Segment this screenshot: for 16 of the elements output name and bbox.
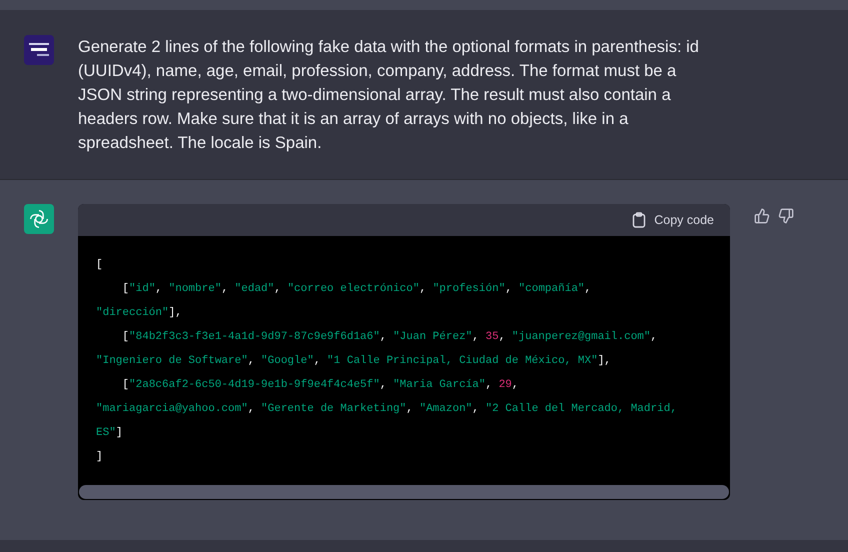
knot-icon bbox=[29, 209, 49, 229]
code-line: ] bbox=[96, 450, 103, 465]
clipboard-icon bbox=[632, 212, 646, 228]
code-line: ["id", "nombre", "edad", "correo electrónico", "profesión", "compañía", bbox=[121, 282, 592, 297]
code-line: ["84b2f3c3-f3e1-4a1d-9d97-87c9e9f6d1a6", "Juan Pérez", 35, "juanperez@gmail.com", bbox=[121, 330, 658, 345]
code-line: ES"] bbox=[96, 426, 122, 441]
code-line: "dirección"], bbox=[96, 306, 182, 321]
user-message: Generate 2 lines of the following fake data with the optional formats in parenthesis: id (UUIDv4), name, age, email, profession, company, address. The format must be a JSON string representing a two-dimensional array. The result must also contain a headers row. Make sure that it is an array of arrays with no objects, like in a spreadsheet. The locale is Spain. bbox=[78, 37, 700, 154]
code-line: [ bbox=[96, 258, 103, 273]
thumbs-down-icon[interactable] bbox=[778, 208, 794, 224]
code-line: "mariagarcia@yahoo.com", "Gerente de Marketing", "Amazon", "2 Calle del Mercado, Madrid, bbox=[96, 402, 677, 417]
copy-code-button[interactable]: Copy code bbox=[632, 210, 714, 230]
code-line: ["2a8c6af2-6c50-4d19-9e1b-9f9e4f4c4e5f", "Maria García", 29, bbox=[121, 378, 518, 393]
code-line: "Ingeniero de Software", "Google", "1 Calle Principal, Ciudad de México, MX"], bbox=[96, 354, 611, 369]
thumbs-up-icon[interactable] bbox=[754, 208, 770, 224]
horizontal-scrollbar[interactable] bbox=[79, 485, 729, 499]
